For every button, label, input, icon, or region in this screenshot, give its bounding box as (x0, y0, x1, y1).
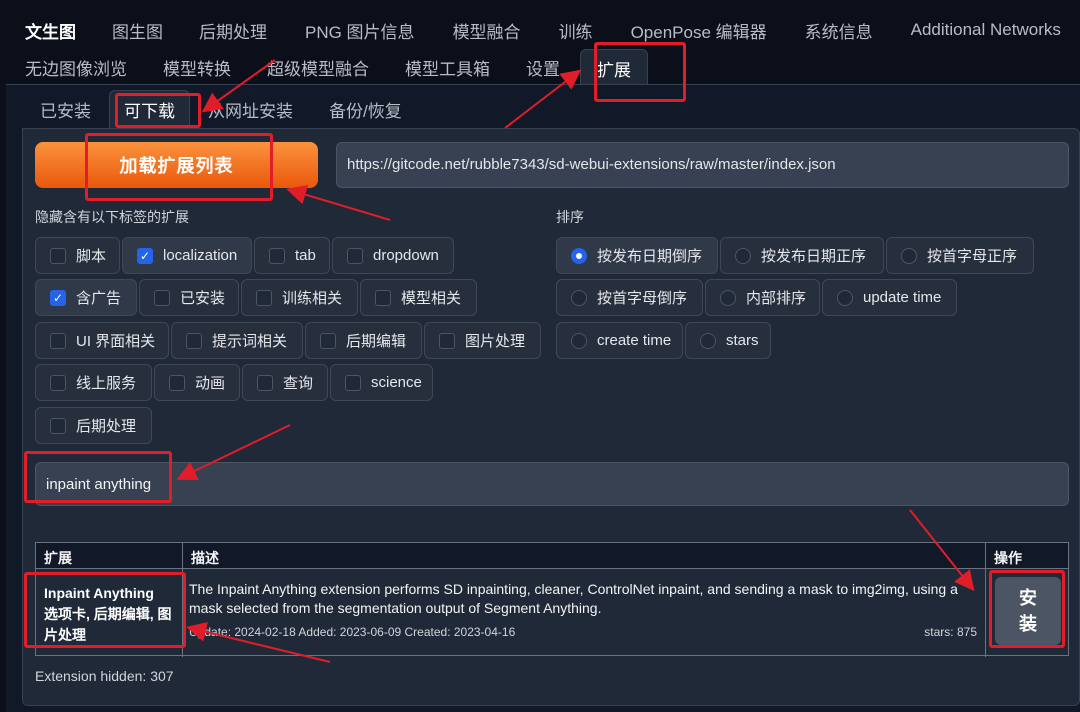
extension-name-cell: Inpaint Anything 选项卡, 后期编辑, 图片处理 (36, 569, 182, 660)
checkbox-icon (50, 247, 66, 264)
header-extension: 扩展 (36, 543, 183, 569)
checkbox-icon (186, 332, 202, 349)
radio-icon (700, 332, 716, 349)
table-row: Inpaint Anything 选项卡, 后期编辑, 图片处理 (36, 569, 183, 657)
subtab-installed[interactable]: 已安装 (22, 97, 109, 130)
checkbox-icon (256, 289, 272, 306)
filter-science[interactable]: science (330, 364, 433, 401)
extension-search-input[interactable]: inpaint anything (35, 462, 1069, 506)
checkbox-icon (345, 374, 361, 391)
checkbox-icon (269, 247, 285, 264)
radio-icon (571, 332, 587, 349)
sort-stars[interactable]: stars (685, 322, 771, 359)
filter-extras[interactable]: 后期处理 (35, 407, 152, 444)
load-extension-list-button[interactable]: 加载扩展列表 (35, 142, 318, 188)
sort-internal[interactable]: 内部排序 (705, 279, 820, 316)
sort-newest-first[interactable]: 按发布日期倒序 (556, 237, 718, 274)
filter-models[interactable]: 模型相关 (360, 279, 477, 316)
sort-label: 排序 (556, 209, 584, 225)
sort-z-a[interactable]: 按首字母倒序 (556, 279, 703, 316)
extension-subtabs: 已安装 可下载 从网址安装 备份/恢复 (22, 90, 420, 130)
radio-selected-icon (571, 247, 587, 264)
checkbox-icon (154, 289, 170, 306)
tab-additional-networks[interactable]: Additional Networks (911, 20, 1061, 40)
tab-openpose-editor[interactable]: OpenPose 编辑器 (631, 18, 767, 43)
hide-tags-label: 隐藏含有以下标签的扩展 (35, 209, 189, 225)
extension-tags: 选项卡, 后期编辑, 图片处理 (44, 606, 172, 643)
filter-localization[interactable]: ✓ localization (122, 237, 252, 274)
radio-icon (720, 289, 736, 306)
sort-a-z[interactable]: 按首字母正序 (886, 237, 1034, 274)
subtab-install-from-url[interactable]: 从网址安装 (190, 97, 311, 130)
extension-description: The Inpaint Anything extension performs … (189, 581, 958, 616)
checkbox-icon (347, 247, 363, 264)
checkbox-icon (169, 374, 185, 391)
tab-infinite-image-browsing[interactable]: 无边图像浏览 (25, 55, 127, 80)
extension-stars: stars: 875 (924, 625, 977, 639)
filter-ads[interactable]: ✓ 含广告 (35, 279, 137, 316)
checkbox-checked-icon: ✓ (50, 289, 66, 306)
checkbox-icon (50, 374, 66, 391)
extension-dates: Update: 2024-02-18 Added: 2023-06-09 Cre… (189, 625, 516, 639)
sort-update-time[interactable]: update time (822, 279, 957, 316)
subtab-backup-restore[interactable]: 备份/恢复 (311, 97, 420, 130)
filter-image-manipulation[interactable]: 图片处理 (424, 322, 541, 359)
radio-icon (735, 247, 751, 264)
filter-animation[interactable]: 动画 (154, 364, 240, 401)
top-tabs-row-2: 无边图像浏览 模型转换 超级模型融合 模型工具箱 设置 扩展 (0, 49, 648, 91)
checkbox-checked-icon: ✓ (137, 247, 153, 264)
sort-create-time[interactable]: create time (556, 322, 683, 359)
checkbox-icon (320, 332, 336, 349)
filter-installed[interactable]: 已安装 (139, 279, 239, 316)
filter-query[interactable]: 查询 (242, 364, 328, 401)
radio-icon (901, 247, 917, 264)
filter-editing[interactable]: 后期编辑 (305, 322, 422, 359)
tab-model-toolkit[interactable]: 模型工具箱 (405, 55, 490, 80)
subtab-available[interactable]: 可下载 (109, 90, 190, 130)
radio-icon (837, 289, 853, 306)
filter-ui-related[interactable]: UI 界面相关 (35, 322, 169, 359)
tab-model-convert[interactable]: 模型转换 (163, 55, 231, 80)
checkbox-icon (50, 332, 66, 349)
tab-super-merger[interactable]: 超级模型融合 (267, 55, 369, 80)
checkbox-icon (375, 289, 391, 306)
radio-icon (571, 289, 587, 306)
tab-img2img[interactable]: 图生图 (112, 18, 163, 43)
description-cell: The Inpaint Anything extension performs … (183, 569, 986, 657)
extensions-table: 扩展 描述 操作 Inpaint Anything 选项卡, 后期编辑, 图片处… (35, 542, 1069, 657)
top-tabs-row-1: 文生图 图生图 后期处理 PNG 图片信息 模型融合 训练 OpenPose 编… (0, 14, 1061, 46)
extension-index-url-input[interactable]: https://gitcode.net/rubble7343/sd-webui-… (336, 142, 1069, 188)
filter-tab[interactable]: tab (254, 237, 330, 274)
tab-train[interactable]: 训练 (559, 18, 593, 43)
tab-model-merge[interactable]: 模型融合 (453, 18, 521, 43)
tab-settings[interactable]: 设置 (526, 55, 560, 80)
checkbox-icon (257, 374, 273, 391)
filter-training[interactable]: 训练相关 (241, 279, 358, 316)
filter-prompting[interactable]: 提示词相关 (171, 322, 303, 359)
tab-system-info[interactable]: 系统信息 (805, 18, 873, 43)
filter-script[interactable]: 脚本 (35, 237, 120, 274)
tab-extras[interactable]: 后期处理 (199, 18, 267, 43)
filter-online[interactable]: 线上服务 (35, 364, 152, 401)
top-navigation: 文生图 图生图 后期处理 PNG 图片信息 模型融合 训练 OpenPose 编… (0, 0, 1080, 91)
extension-name-link[interactable]: Inpaint Anything (44, 585, 154, 601)
filter-dropdown[interactable]: dropdown (332, 237, 454, 274)
install-button[interactable]: 安 装 (995, 577, 1061, 645)
header-action: 操作 (986, 543, 1068, 569)
tab-txt2img[interactable]: 文生图 (25, 18, 76, 43)
sort-oldest-first[interactable]: 按发布日期正序 (720, 237, 884, 274)
header-description: 描述 (183, 543, 986, 569)
extension-hidden-count: Extension hidden: 307 (35, 668, 174, 684)
checkbox-icon (439, 332, 455, 349)
checkbox-icon (50, 417, 66, 434)
tab-png-info[interactable]: PNG 图片信息 (305, 18, 415, 43)
